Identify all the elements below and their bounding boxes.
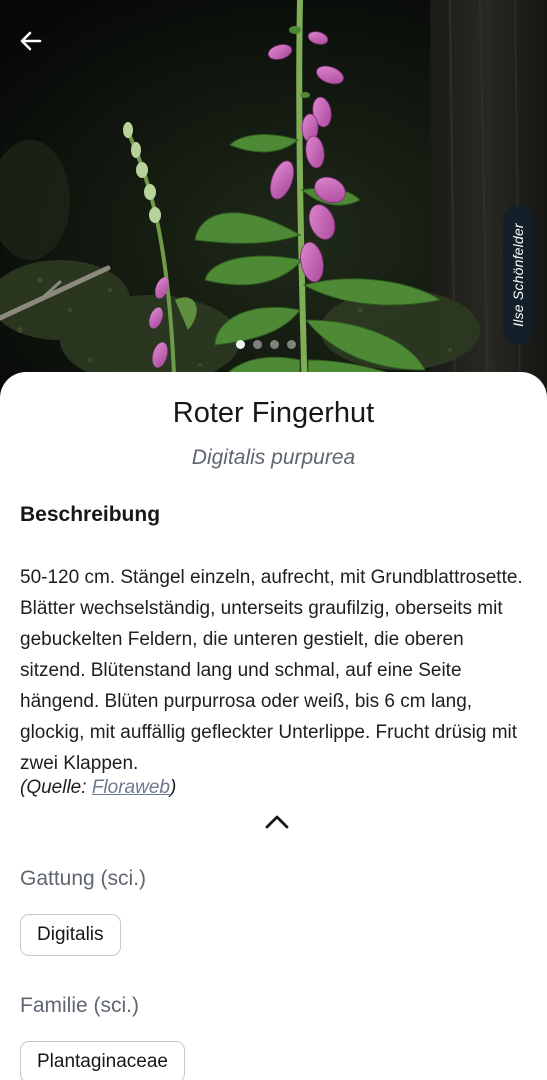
carousel-dot-4[interactable] (287, 340, 296, 349)
family-label: Familie (sci.) (20, 994, 139, 1017)
source-suffix: ) (169, 777, 177, 798)
carousel-dot-1[interactable] (236, 340, 245, 349)
detail-sheet: Roter Fingerhut Digitalis purpurea Besch… (0, 372, 547, 1080)
plant-detail-screen: Ilse Schönfelder Roter Fingerhut Digital… (0, 0, 547, 1080)
description-source: (Quelle: Floraweb) (20, 777, 176, 799)
photo-credit-text: Ilse Schönfelder (510, 223, 526, 327)
chevron-up-icon (265, 815, 289, 829)
carousel-dot-2[interactable] (253, 340, 262, 349)
back-button[interactable] (10, 20, 52, 62)
family-chip[interactable]: Plantaginaceae (20, 1041, 185, 1080)
plant-photo[interactable]: Ilse Schönfelder (0, 0, 547, 400)
arrow-left-icon (20, 31, 42, 51)
source-link[interactable]: Floraweb (92, 777, 170, 798)
source-prefix: (Quelle: (20, 777, 92, 798)
plant-scientific-name: Digitalis purpurea (191, 446, 356, 469)
genus-chip[interactable]: Digitalis (20, 914, 121, 956)
photo-credit-badge: Ilse Schönfelder (503, 205, 533, 345)
carousel-dot-3[interactable] (270, 340, 279, 349)
description-heading: Beschreibung (20, 503, 161, 526)
collapse-description-button[interactable] (259, 807, 295, 837)
carousel-indicator (236, 340, 296, 349)
genus-label: Gattung (sci.) (20, 867, 147, 890)
description-text: 50-120 cm. Stängel einzeln, aufrecht, mi… (20, 567, 523, 774)
plant-common-name: Roter Fingerhut (172, 397, 375, 429)
